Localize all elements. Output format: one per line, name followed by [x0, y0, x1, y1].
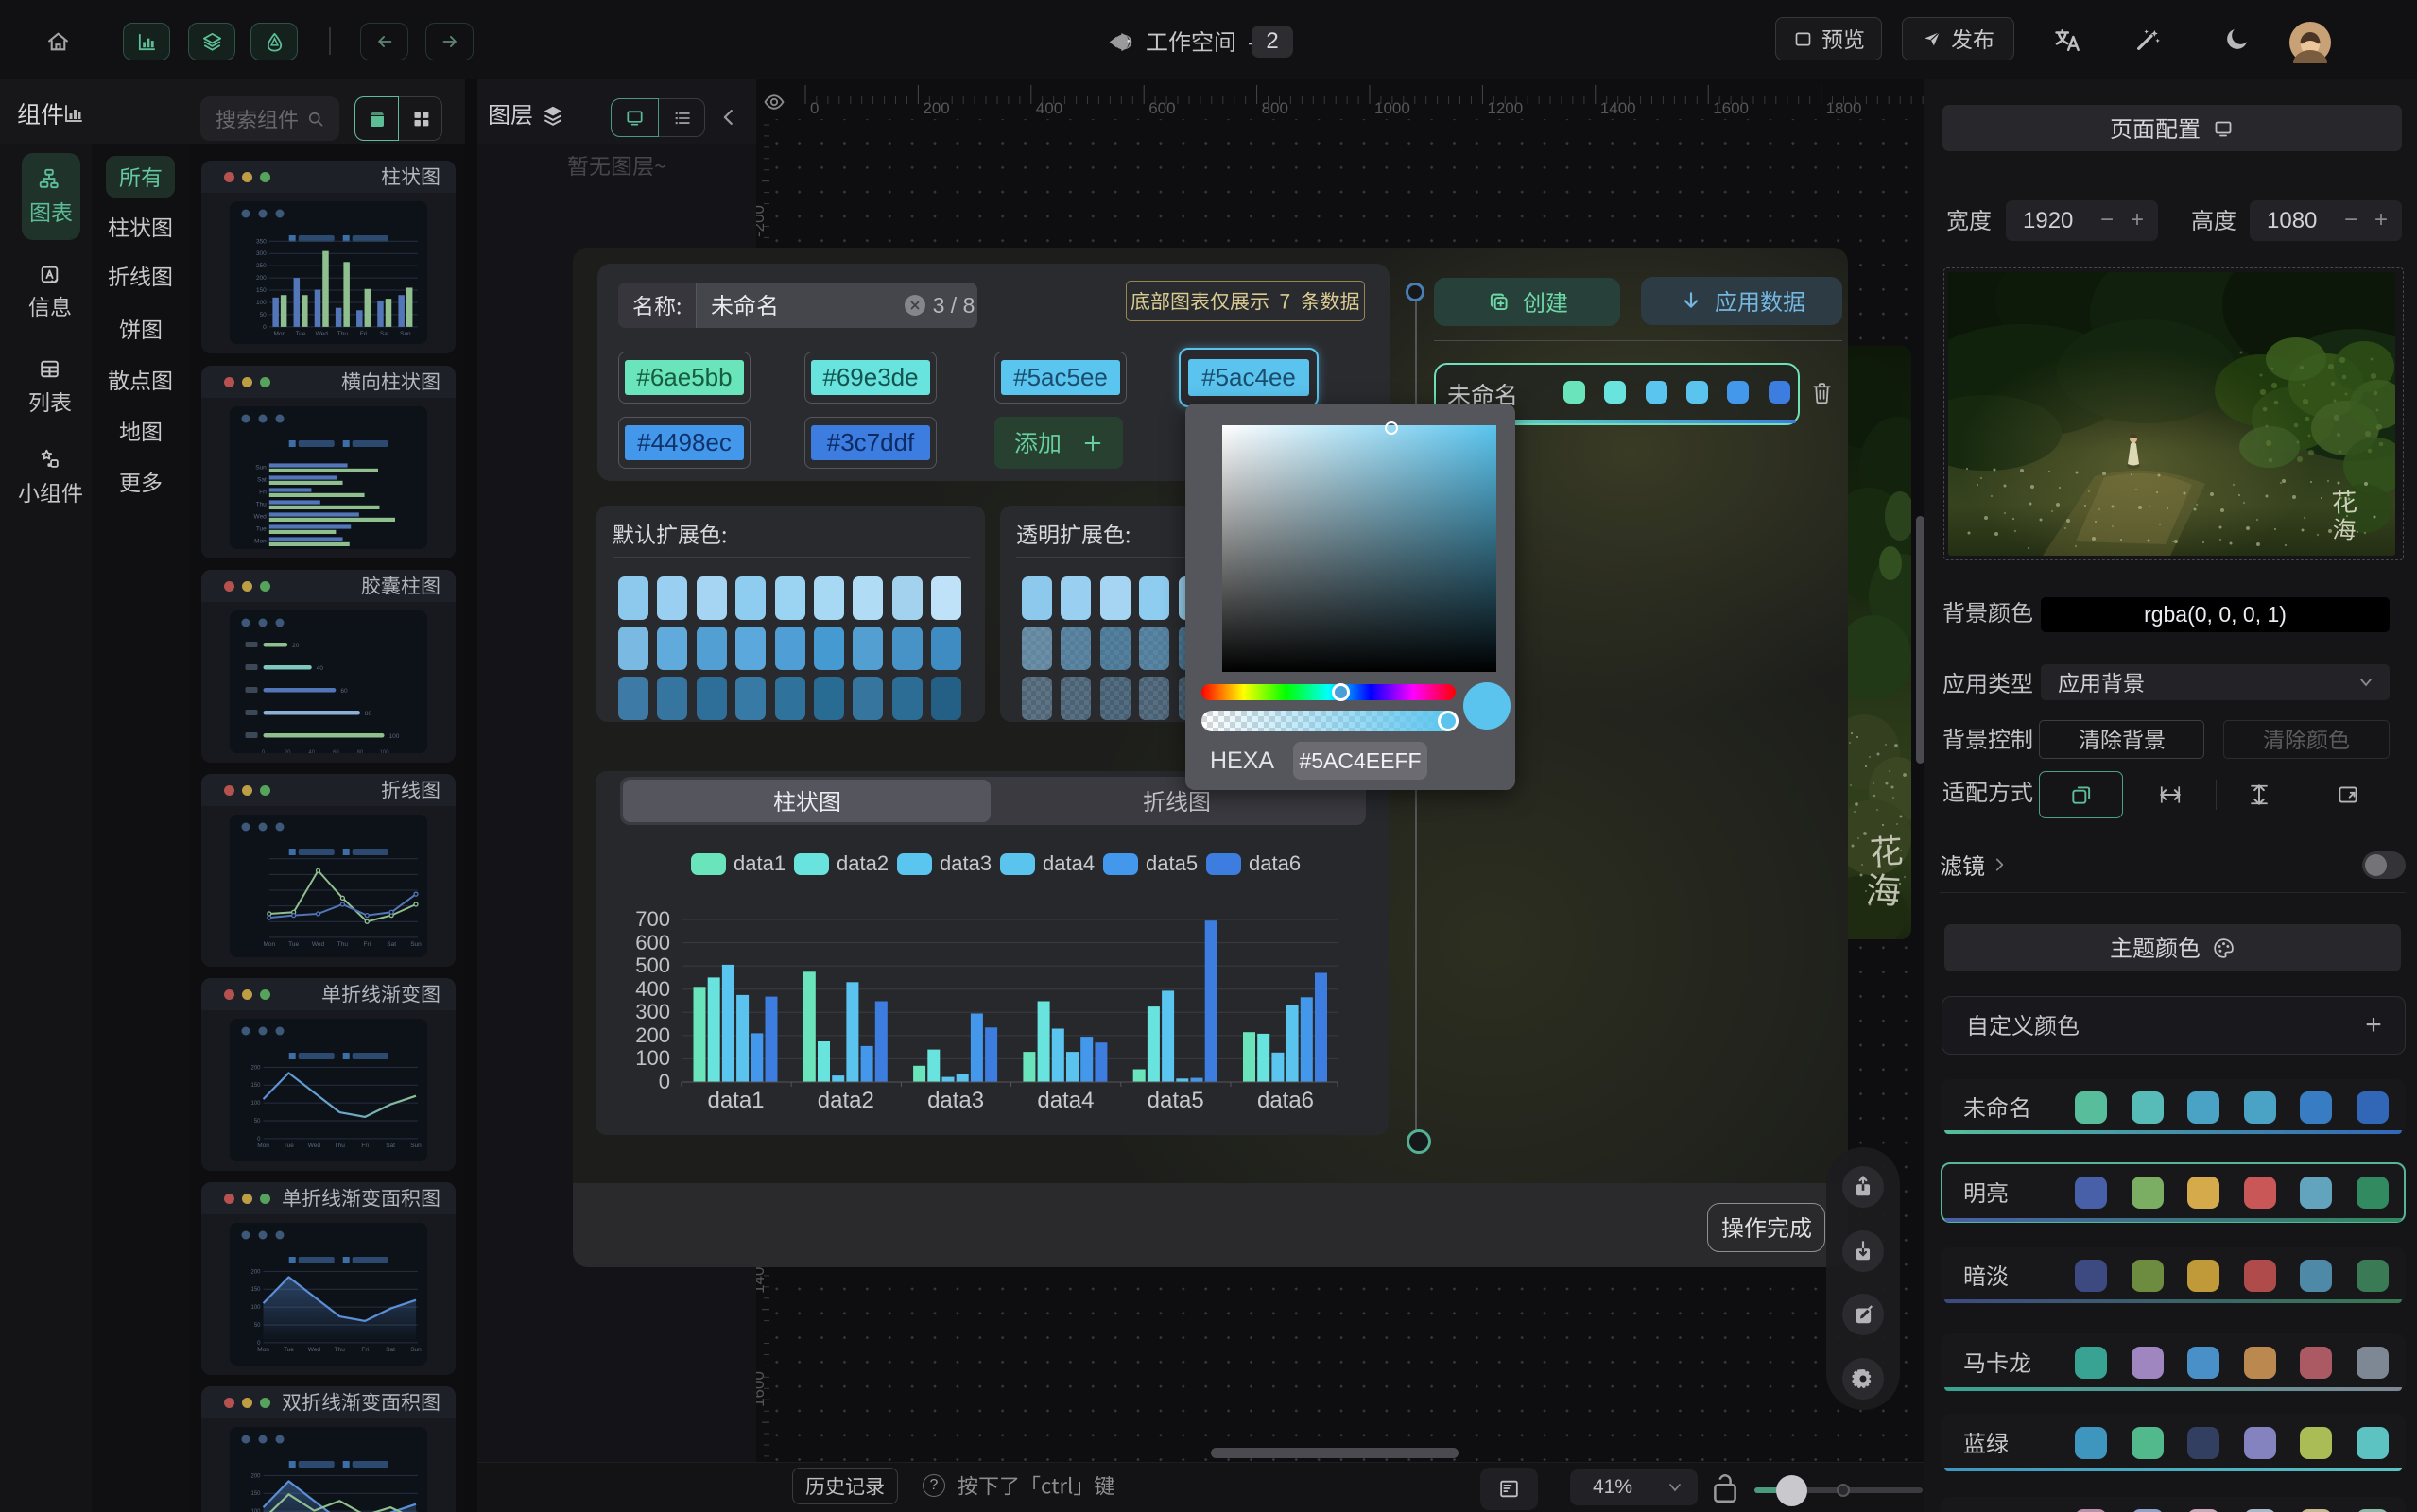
svg-text:Fri: Fri: [361, 1143, 369, 1149]
svg-text:100: 100: [380, 750, 390, 753]
svg-text:Fri: Fri: [363, 941, 371, 948]
svg-text:0: 0: [262, 750, 266, 753]
svg-text:80: 80: [357, 750, 364, 753]
svg-text:Mon: Mon: [274, 331, 286, 337]
svg-text:Fri: Fri: [360, 331, 368, 337]
svg-text:150: 150: [256, 287, 267, 294]
svg-text:50: 50: [254, 1119, 261, 1125]
svg-text:50: 50: [254, 1323, 261, 1329]
svg-text:Tue: Tue: [284, 1143, 294, 1149]
svg-text:Thu: Thu: [337, 941, 349, 948]
svg-text:60: 60: [333, 750, 339, 753]
svg-text:Wed: Wed: [312, 941, 325, 948]
svg-text:100: 100: [389, 733, 400, 740]
svg-text:50: 50: [260, 312, 268, 318]
svg-text:0: 0: [263, 324, 267, 331]
svg-text:Mon: Mon: [257, 1143, 269, 1149]
svg-text:Thu: Thu: [335, 1143, 346, 1149]
svg-text:Sun: Sun: [410, 1347, 422, 1353]
svg-text:Sat: Sat: [386, 1143, 395, 1149]
svg-text:1600: 1600: [756, 1371, 768, 1407]
svg-text:Tue: Tue: [256, 525, 267, 532]
svg-text:200: 200: [923, 99, 949, 117]
svg-text:Fri: Fri: [259, 489, 267, 495]
svg-text:-200: -200: [756, 205, 768, 237]
svg-text:Tue: Tue: [296, 331, 306, 337]
svg-text:60: 60: [340, 688, 348, 695]
svg-text:Mon: Mon: [257, 1347, 269, 1353]
svg-text:Wed: Wed: [316, 331, 329, 337]
svg-text:200: 200: [251, 1473, 262, 1479]
svg-text:Wed: Wed: [308, 1347, 321, 1353]
svg-text:Sat: Sat: [386, 1347, 395, 1353]
svg-text:100: 100: [251, 1101, 262, 1107]
svg-text:100: 100: [256, 300, 267, 306]
svg-text:250: 250: [256, 263, 267, 269]
svg-text:20: 20: [285, 750, 291, 753]
svg-text:80: 80: [365, 711, 372, 717]
svg-text:0: 0: [810, 99, 819, 117]
svg-text:Thu: Thu: [256, 501, 268, 507]
svg-text:Fri: Fri: [361, 1347, 369, 1353]
svg-text:Mon: Mon: [263, 941, 275, 948]
svg-text:Sun: Sun: [255, 464, 267, 471]
svg-text:200: 200: [256, 275, 267, 282]
svg-text:600: 600: [1148, 99, 1175, 117]
svg-text:350: 350: [256, 238, 267, 245]
svg-text:Wed: Wed: [308, 1143, 321, 1149]
svg-text:200: 200: [251, 1269, 262, 1275]
svg-text:400: 400: [1036, 99, 1062, 117]
svg-text:200: 200: [251, 1065, 262, 1071]
svg-text:Sat: Sat: [380, 331, 389, 337]
svg-text:150: 150: [251, 1491, 262, 1497]
svg-text:20: 20: [292, 643, 300, 649]
svg-text:Thu: Thu: [335, 1347, 346, 1353]
svg-text:Tue: Tue: [284, 1347, 294, 1353]
svg-text:Sun: Sun: [400, 331, 411, 337]
svg-text:150: 150: [251, 1287, 262, 1293]
svg-text:800: 800: [1262, 99, 1288, 117]
svg-text:Thu: Thu: [337, 331, 349, 337]
svg-text:Sat: Sat: [387, 941, 396, 948]
svg-text:Sat: Sat: [257, 476, 267, 483]
svg-text:Mon: Mon: [254, 538, 267, 544]
svg-text:300: 300: [256, 250, 267, 257]
svg-text:40: 40: [308, 750, 315, 753]
svg-text:Wed: Wed: [254, 513, 268, 520]
svg-text:Sun: Sun: [410, 941, 422, 948]
svg-text:Sun: Sun: [410, 1143, 422, 1149]
svg-text:100: 100: [251, 1305, 262, 1311]
svg-text:Tue: Tue: [288, 941, 299, 948]
svg-text:150: 150: [251, 1083, 262, 1089]
svg-text:40: 40: [317, 665, 324, 672]
